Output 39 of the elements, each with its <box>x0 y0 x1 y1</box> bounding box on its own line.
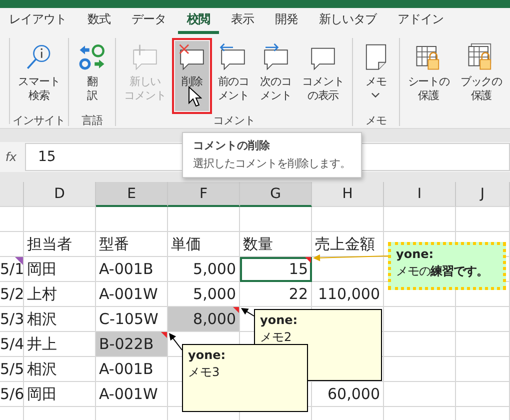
table-cell: 5,000 <box>168 257 240 282</box>
comment-text: メモ3 <box>188 364 220 381</box>
table-cell: 5/1 <box>0 257 24 282</box>
comment-author: yone: <box>396 247 434 261</box>
table-cell: 5/2 <box>0 282 24 307</box>
table-cell: 5/3 <box>0 307 24 332</box>
table-cell: 岡田 <box>24 382 96 407</box>
table-cell: 数量 <box>240 232 312 257</box>
table-cell: A-001B <box>96 357 168 382</box>
group-label: メモ <box>365 114 386 128</box>
table-cell: A-001W <box>96 282 168 307</box>
table-cell: 岡田 <box>24 257 96 282</box>
comment-author: yone: <box>188 348 226 362</box>
table-cell: 5/4 <box>0 332 24 357</box>
table-cell: A-001B <box>96 257 168 282</box>
table-cell: 110,000 <box>312 282 384 307</box>
tooltip-title: コメントの削除 <box>193 139 271 153</box>
group-label: 言語 <box>82 114 103 128</box>
table-cell: 15 <box>240 257 312 282</box>
table-cell: 型番 <box>96 232 168 257</box>
table-cell: 上村 <box>24 282 96 307</box>
table-cell: 担当者 <box>24 232 96 257</box>
comment-text: メモの練習です。 <box>396 263 488 280</box>
table-cell: 22 <box>240 282 312 307</box>
table-cell: B-022B <box>96 332 168 357</box>
table-cell: 60,000 <box>312 382 384 407</box>
group-label: コメント <box>212 114 255 128</box>
table-cell: 8,000 <box>168 307 240 332</box>
table-cell: 単価 <box>168 232 240 257</box>
table-cell: 相沢 <box>24 357 96 382</box>
table-cell: 5/5 <box>0 357 24 382</box>
function-label: fx <box>4 150 18 164</box>
table-cell: A-001W <box>96 382 168 407</box>
comment-author: yone: <box>260 313 298 327</box>
table-cell: 5/6 <box>0 382 24 407</box>
tooltip-text: 選択したコメントを削除します。 <box>193 157 350 171</box>
table-cell: 相沢 <box>24 307 96 332</box>
comment-text: メモ2 <box>260 329 292 346</box>
group-label: インサイト <box>12 114 66 128</box>
